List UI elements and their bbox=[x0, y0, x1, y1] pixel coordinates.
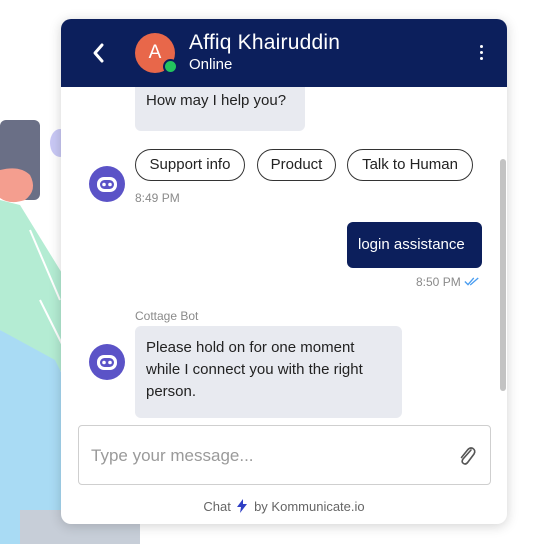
online-status-dot bbox=[163, 59, 178, 74]
double-check-icon bbox=[464, 277, 479, 286]
message-list: How may I help you? Support info Product… bbox=[61, 87, 507, 419]
chat-widget: A Affiq Khairuddin Online How may I help… bbox=[61, 19, 507, 524]
quick-reply-support-info[interactable]: Support info bbox=[135, 149, 245, 181]
user-message-time: 8:50 PM bbox=[416, 275, 486, 289]
agent-name: Affiq Khairuddin bbox=[189, 31, 341, 54]
message-line: Please hold on for one moment bbox=[146, 339, 355, 356]
more-vertical-icon[interactable] bbox=[475, 43, 487, 65]
quick-reply-product[interactable]: Product bbox=[257, 149, 336, 181]
message-scrollbar[interactable] bbox=[500, 159, 506, 391]
chat-header: A Affiq Khairuddin Online bbox=[61, 19, 507, 87]
chevron-left-icon[interactable] bbox=[87, 39, 111, 67]
agent-status: Online bbox=[189, 56, 233, 73]
powered-by-footer[interactable]: Chat by Kommunicate.io bbox=[61, 497, 507, 517]
message-line: while I connect you with the right bbox=[146, 361, 363, 378]
timestamp: 8:50 PM bbox=[416, 275, 461, 289]
message-composer bbox=[78, 425, 491, 485]
message-line: person. bbox=[146, 383, 197, 400]
message-input[interactable] bbox=[91, 444, 441, 468]
user-message: login assistance bbox=[347, 222, 482, 268]
quick-replies-time: 8:49 PM bbox=[135, 191, 180, 205]
robot-icon bbox=[89, 344, 125, 380]
bot-sender-name: Cottage Bot bbox=[135, 309, 199, 323]
footer-prefix: Chat bbox=[203, 499, 231, 514]
paperclip-icon[interactable] bbox=[455, 444, 479, 468]
quick-reply-talk-to-human[interactable]: Talk to Human bbox=[347, 149, 473, 181]
lightning-icon bbox=[237, 499, 248, 513]
footer-suffix: by Kommunicate.io bbox=[254, 499, 365, 514]
message-text: login assistance bbox=[358, 236, 465, 253]
bot-message-greeting: How may I help you? bbox=[135, 87, 305, 131]
robot-icon bbox=[89, 166, 125, 202]
bot-message-reply: Please hold on for one moment while I co… bbox=[135, 326, 402, 418]
message-text: How may I help you? bbox=[146, 92, 287, 109]
